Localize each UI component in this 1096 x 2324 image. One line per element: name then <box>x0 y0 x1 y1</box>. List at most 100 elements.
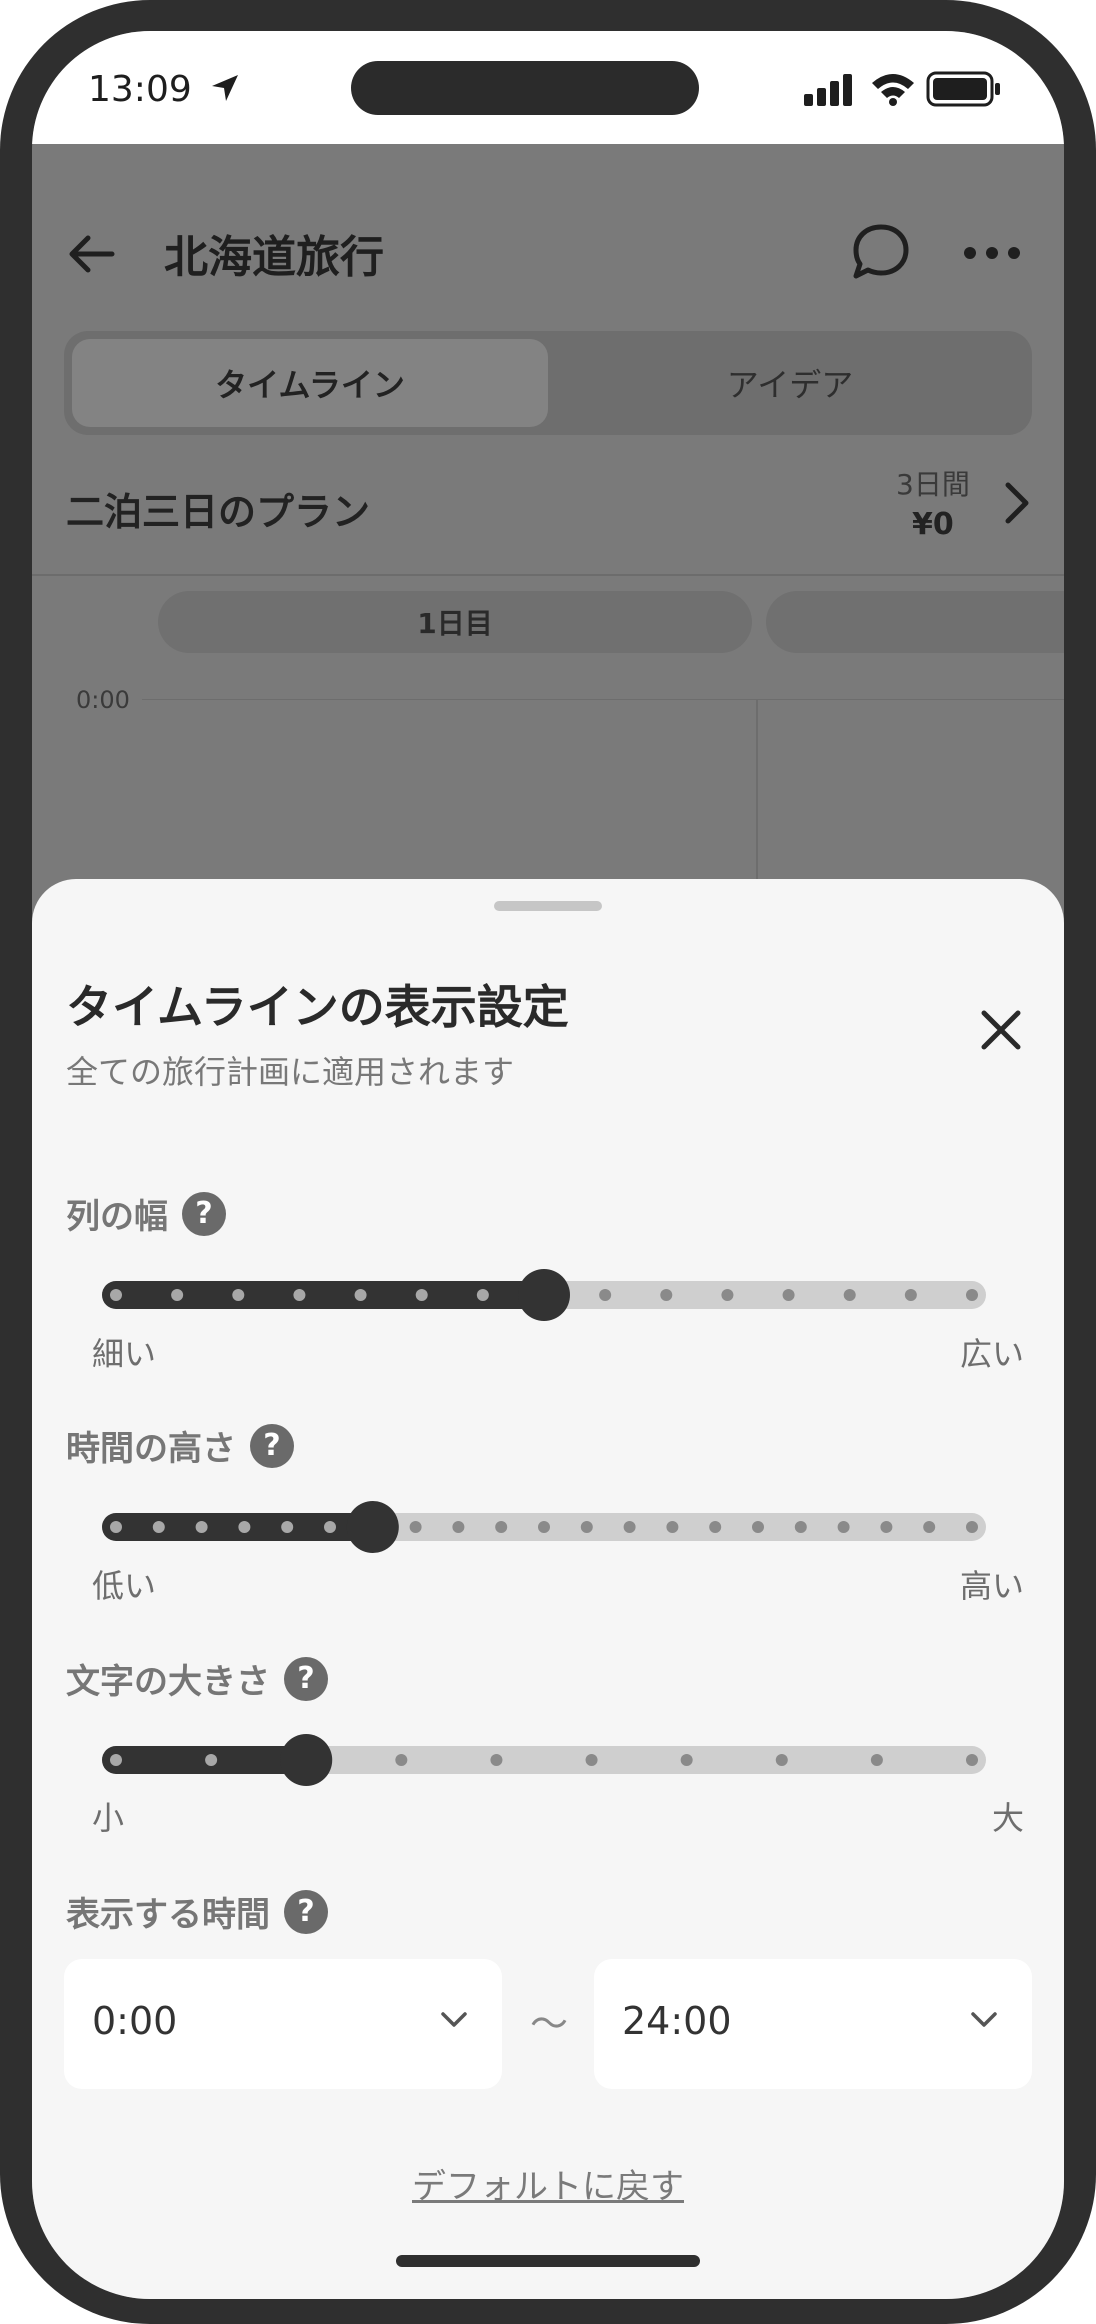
start-time-select[interactable]: 0:00 <box>64 1959 502 2089</box>
column-width-slider[interactable] <box>102 1269 986 1321</box>
slider-step-dot <box>409 1521 422 1533</box>
font-size-max-label: 大 <box>991 1799 1024 1837</box>
font-size-slider[interactable] <box>102 1734 986 1786</box>
day-tab-1[interactable]: 1日目 <box>158 591 752 653</box>
slider-step-dot <box>110 1289 122 1301</box>
slider-step-dot <box>782 1289 795 1301</box>
status-time: 13:09 <box>88 69 192 110</box>
slider-step-dot <box>966 1754 978 1766</box>
phone-frame: 13:09 北海道旅行 タイムライン アイデア 二泊三日のプラン 3日間 ¥0 … <box>0 0 1096 2324</box>
slider-step-dot <box>721 1289 734 1301</box>
slider-graphic <box>102 1734 986 1786</box>
start-time-value: 0:00 <box>92 1999 178 2043</box>
display-settings-sheet: タイムラインの表示設定 全ての旅行計画に適用されます 列の幅 ? 細い 広い 時… <box>32 879 1064 2299</box>
slider-step-dot <box>195 1521 208 1533</box>
slider-graphic <box>102 1501 986 1553</box>
reset-to-default-link[interactable]: デフォルトに戻す <box>32 2159 1064 2208</box>
slider-step-dot <box>794 1521 807 1533</box>
slider-step-dot <box>580 1521 593 1533</box>
slider-step-dot <box>490 1754 503 1766</box>
slider-step-dot <box>599 1289 612 1301</box>
slider-step-dot <box>923 1521 936 1533</box>
battery-icon <box>926 71 1000 107</box>
chevron-right-icon[interactable] <box>1002 481 1032 525</box>
hour-height-label: 時間の高さ ? <box>66 1421 294 1470</box>
timeline-hour-label: 0:00 <box>76 686 130 714</box>
end-time-select[interactable]: 24:00 <box>594 1959 1032 2089</box>
sheet-drag-handle[interactable] <box>494 901 602 911</box>
slider-step-dot <box>452 1521 465 1533</box>
slider-step-dot <box>110 1754 122 1766</box>
slider-thumb[interactable] <box>280 1734 333 1786</box>
slider-step-dot <box>880 1521 893 1533</box>
slider-step-dot <box>354 1289 367 1301</box>
chat-bubble-icon[interactable] <box>850 221 912 283</box>
font-size-min-label: 小 <box>92 1799 125 1837</box>
slider-thumb[interactable] <box>346 1501 399 1553</box>
back-arrow-icon[interactable] <box>64 226 120 282</box>
plan-duration: 3日間 <box>896 468 970 501</box>
slider-step-dot <box>324 1521 336 1533</box>
font-size-label: 文字の大きさ ? <box>66 1654 328 1703</box>
column-width-max-label: 広い <box>959 1335 1024 1373</box>
slider-step-dot <box>966 1521 978 1533</box>
slider-step-dot <box>709 1521 722 1533</box>
dynamic-island <box>351 61 699 115</box>
display-hours-text: 表示する時間 <box>66 1895 270 1935</box>
slider-step-dot <box>232 1289 245 1301</box>
cellular-signal-icon <box>804 74 852 106</box>
more-options-icon[interactable] <box>962 245 1022 261</box>
end-time-value: 24:00 <box>622 1999 732 2043</box>
chevron-down-icon <box>971 2012 997 2027</box>
help-icon[interactable]: ? <box>250 1423 294 1468</box>
slider-step-dot <box>110 1521 122 1533</box>
timeline-gridline <box>142 699 1064 700</box>
slider-step-dot <box>205 1754 218 1766</box>
slider-thumb[interactable] <box>518 1269 570 1321</box>
slider-step-dot <box>966 1289 978 1301</box>
slider-step-dot <box>870 1754 883 1766</box>
tab-timeline[interactable]: タイムライン <box>72 339 548 427</box>
page-title: 北海道旅行 <box>164 232 384 283</box>
slider-step-dot <box>660 1289 673 1301</box>
column-width-min-label: 細い <box>92 1335 157 1373</box>
slider-step-dot <box>171 1289 184 1301</box>
plan-title[interactable]: 二泊三日のプラン <box>66 481 370 536</box>
home-indicator <box>396 2255 700 2267</box>
slider-step-dot <box>238 1521 251 1533</box>
status-bar: 13:09 <box>32 31 1064 144</box>
slider-step-dot <box>293 1289 306 1301</box>
slider-step-dot <box>666 1521 679 1533</box>
view-tabs: タイムライン アイデア <box>64 331 1032 435</box>
slider-step-dot <box>623 1521 636 1533</box>
hour-height-slider[interactable] <box>102 1501 986 1553</box>
slider-step-dot <box>415 1289 428 1301</box>
slider-step-dot <box>281 1521 294 1533</box>
hour-height-text: 時間の高さ <box>66 1429 236 1469</box>
slider-step-dot <box>152 1521 165 1533</box>
screen: 13:09 北海道旅行 タイムライン アイデア 二泊三日のプラン 3日間 ¥0 … <box>32 31 1064 2299</box>
slider-step-dot <box>476 1289 489 1301</box>
help-icon[interactable]: ? <box>284 1889 328 1934</box>
help-icon[interactable]: ? <box>284 1656 328 1701</box>
day-tab-2[interactable]: 2日 <box>766 591 1064 653</box>
font-size-text: 文字の大きさ <box>66 1662 270 1702</box>
slider-step-dot <box>752 1521 764 1533</box>
help-icon[interactable]: ? <box>182 1191 226 1236</box>
column-width-label: 列の幅 ? <box>66 1189 226 1238</box>
tab-ideas[interactable]: アイデア <box>556 339 1024 427</box>
chevron-down-icon <box>441 2012 467 2027</box>
display-hours-label: 表示する時間 ? <box>66 1887 328 1936</box>
close-icon[interactable] <box>978 1007 1024 1053</box>
column-width-text: 列の幅 <box>66 1197 168 1237</box>
slider-step-dot <box>904 1289 917 1301</box>
location-arrow-icon <box>212 75 238 101</box>
slider-step-dot <box>837 1521 850 1533</box>
slider-step-dot <box>843 1289 856 1301</box>
slider-step-dot <box>495 1521 508 1533</box>
sheet-subtitle: 全ての旅行計画に適用されます <box>66 1053 515 1091</box>
hour-height-max-label: 高い <box>959 1567 1024 1605</box>
slider-step-dot <box>680 1754 693 1766</box>
time-range-separator: 〜 <box>530 2002 569 2046</box>
slider-step-dot <box>538 1521 550 1533</box>
